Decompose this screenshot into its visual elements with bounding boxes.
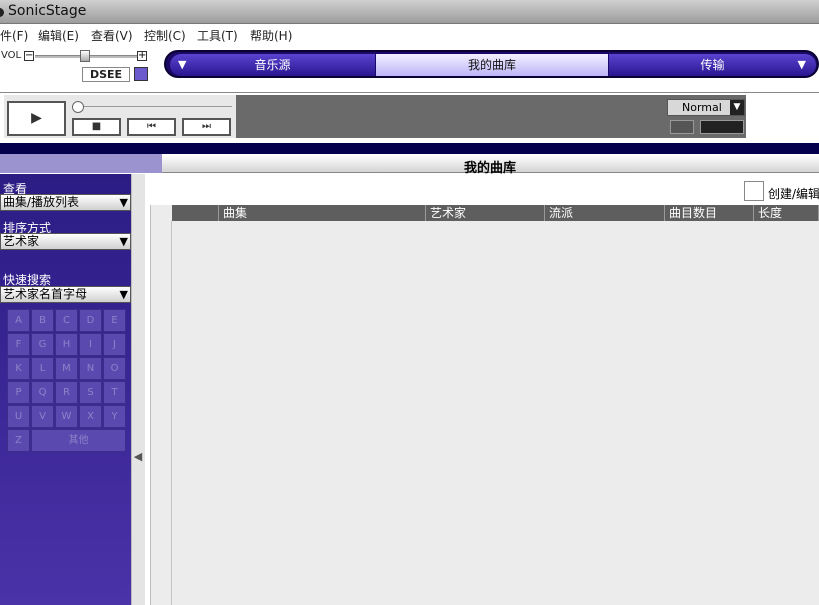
- menu-bar: 件(F) 编辑(E) 查看(V) 控制(C) 工具(T) 帮助(H): [0, 25, 819, 45]
- letter-button-e[interactable]: E: [103, 309, 126, 332]
- letter-button-q[interactable]: Q: [31, 381, 54, 404]
- album-list-area[interactable]: [150, 205, 819, 605]
- dsee-button[interactable]: DSEE: [82, 67, 130, 82]
- tab-music-source[interactable]: ▼ 音乐源: [170, 54, 375, 76]
- sort-select[interactable]: 艺术家 ▼: [0, 233, 131, 250]
- menu-help[interactable]: 帮助(H): [250, 27, 292, 44]
- stop-button[interactable]: ■: [72, 118, 121, 136]
- tab-music-source-arrow-icon[interactable]: ▼: [178, 54, 186, 76]
- tab-transfer[interactable]: 传输 ▼: [609, 54, 816, 76]
- quick-search-select[interactable]: 艺术家名首字母 ▼: [0, 286, 131, 303]
- library-header-left: [0, 154, 162, 173]
- tab-transfer-arrow-icon[interactable]: ▼: [798, 54, 806, 76]
- title-bar: SonicStage: [0, 0, 819, 24]
- letter-button-x[interactable]: X: [79, 405, 102, 428]
- column-header-genre[interactable]: 流派: [545, 205, 665, 221]
- letter-button-w[interactable]: W: [55, 405, 78, 428]
- repeat-button[interactable]: [700, 120, 744, 134]
- seek-slider-knob[interactable]: [72, 101, 84, 113]
- column-header-album[interactable]: 曲集: [219, 205, 426, 221]
- letter-button-t[interactable]: T: [103, 381, 126, 404]
- tab-my-library-label: 我的曲库: [467, 58, 516, 72]
- play-mode-arrow-icon[interactable]: ▼: [730, 100, 744, 115]
- letter-button-j[interactable]: J: [103, 333, 126, 356]
- letter-button-p[interactable]: P: [7, 381, 30, 404]
- letter-button-z[interactable]: Z: [7, 429, 30, 452]
- play-mode-value: Normal: [682, 101, 722, 114]
- create-edit-label[interactable]: 创建/编辑: [768, 185, 819, 202]
- tab-transfer-label: 传输: [700, 58, 725, 72]
- letter-button-y[interactable]: Y: [103, 405, 126, 428]
- menu-view[interactable]: 查看(V): [91, 27, 133, 44]
- seek-track[interactable]: [84, 106, 232, 107]
- column-header-length[interactable]: 长度: [754, 205, 819, 221]
- letter-button-b[interactable]: B: [31, 309, 54, 332]
- letter-button-n[interactable]: N: [79, 357, 102, 380]
- create-edit-button[interactable]: [744, 181, 764, 201]
- column-header-icon[interactable]: [172, 205, 219, 221]
- letter-button-other[interactable]: 其他: [31, 429, 126, 452]
- volume-slider-knob[interactable]: [80, 50, 90, 62]
- menu-tools[interactable]: 工具(T): [197, 27, 238, 44]
- quick-search-select-value: 艺术家名首字母: [3, 287, 88, 301]
- library-band: [0, 143, 819, 154]
- letter-button-h[interactable]: H: [55, 333, 78, 356]
- letter-button-o[interactable]: O: [103, 357, 126, 380]
- tab-my-library[interactable]: 我的曲库: [376, 54, 608, 76]
- app-logo-icon: [0, 8, 4, 17]
- next-track-button[interactable]: ⏭: [182, 118, 231, 136]
- letter-button-v[interactable]: V: [31, 405, 54, 428]
- view-select-arrow-icon[interactable]: ▼: [120, 195, 128, 210]
- play-button[interactable]: ▶: [7, 101, 66, 136]
- letter-button-k[interactable]: K: [7, 357, 30, 380]
- letter-button-f[interactable]: F: [7, 333, 30, 356]
- volume-label: VOL: [1, 50, 22, 61]
- play-mode-select[interactable]: Normal ▼: [667, 99, 745, 116]
- previous-track-button[interactable]: ⏮: [127, 118, 176, 136]
- tab-music-source-label: 音乐源: [254, 58, 291, 72]
- sort-select-value: 艺术家: [3, 234, 40, 248]
- letter-button-d[interactable]: D: [79, 309, 102, 332]
- letter-button-c[interactable]: C: [55, 309, 78, 332]
- letter-button-s[interactable]: S: [79, 381, 102, 404]
- volume-up-button[interactable]: +: [137, 51, 147, 61]
- view-select-value: 曲集/播放列表: [3, 195, 80, 209]
- source-tabs-bar: ▼ 音乐源 我的曲库 传输 ▼: [164, 50, 819, 78]
- sidebar-collapse-strip[interactable]: [131, 174, 145, 605]
- visualizer-button[interactable]: [670, 120, 694, 134]
- letter-button-u[interactable]: U: [7, 405, 30, 428]
- quick-search-select-arrow-icon[interactable]: ▼: [120, 287, 128, 302]
- menu-file[interactable]: 件(F): [0, 27, 28, 44]
- column-header-artist[interactable]: 艺术家: [426, 205, 545, 221]
- window-title: SonicStage: [8, 3, 87, 19]
- collapse-arrow-icon[interactable]: ◀: [131, 450, 145, 463]
- menu-control[interactable]: 控制(C): [144, 27, 186, 44]
- volume-down-button[interactable]: −: [24, 51, 34, 61]
- letter-button-i[interactable]: I: [79, 333, 102, 356]
- menu-edit[interactable]: 编辑(E): [38, 27, 79, 44]
- dsee-toggle[interactable]: [134, 67, 148, 81]
- view-select[interactable]: 曲集/播放列表 ▼: [0, 194, 131, 211]
- album-list-divider: [171, 221, 172, 605]
- letter-button-l[interactable]: L: [31, 357, 54, 380]
- letter-button-a[interactable]: A: [7, 309, 30, 332]
- column-header-track-count[interactable]: 曲目数目: [665, 205, 754, 221]
- letter-button-g[interactable]: G: [31, 333, 54, 356]
- sort-select-arrow-icon[interactable]: ▼: [120, 234, 128, 249]
- letter-button-m[interactable]: M: [55, 357, 78, 380]
- letter-button-r[interactable]: R: [55, 381, 78, 404]
